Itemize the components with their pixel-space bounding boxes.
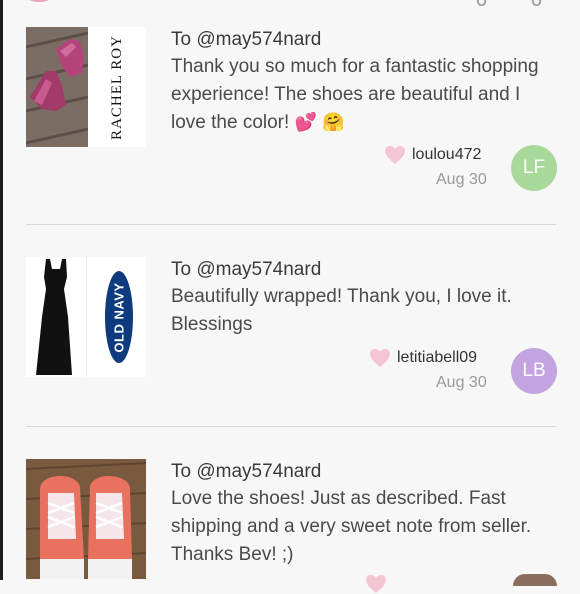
avatar-partial	[26, 0, 52, 2]
counter-partial: 0	[531, 0, 543, 11]
emoji-hearts-hug: 💕 🤗	[294, 112, 345, 132]
top-edge-counters: 0 0	[0, 0, 580, 11]
review-message: Thank you so much for a fantastic shoppi…	[171, 56, 539, 133]
reviewer-username[interactable]: letitiabell09	[397, 349, 477, 367]
avatar[interactable]: LB	[511, 348, 557, 394]
review-recipient: To @may574nard	[171, 29, 322, 50]
counter-partial: 0	[476, 0, 488, 11]
listing-thumbnail[interactable]	[26, 459, 146, 579]
heart-icon[interactable]	[365, 574, 387, 594]
divider	[26, 224, 556, 225]
review-date: Aug 30	[436, 171, 487, 188]
heart-icon[interactable]	[384, 145, 406, 165]
divider	[26, 426, 556, 427]
left-edge-border	[0, 0, 3, 580]
review-message: Beautifully wrapped! Thank you, I love i…	[171, 286, 512, 335]
reviewer-username[interactable]: loulou472	[412, 146, 481, 164]
review-message: Love the shoes! Just as described. Fast …	[171, 488, 532, 565]
avatar-partial[interactable]	[513, 574, 557, 586]
brand-logo: OLD NAVY	[111, 281, 127, 353]
heart-icon[interactable]	[369, 348, 391, 368]
sneakers-photo	[26, 459, 146, 579]
review-recipient: To @may574nard	[171, 259, 322, 280]
listing-thumbnail[interactable]: OLD NAVY	[26, 257, 146, 377]
listing-thumbnail[interactable]: RACHEL ROY	[26, 27, 146, 147]
avatar[interactable]: LF	[511, 145, 557, 191]
brand-logo: RACHEL ROY	[108, 34, 125, 140]
review-date: Aug 30	[436, 374, 487, 391]
review-recipient: To @may574nard	[171, 461, 322, 482]
